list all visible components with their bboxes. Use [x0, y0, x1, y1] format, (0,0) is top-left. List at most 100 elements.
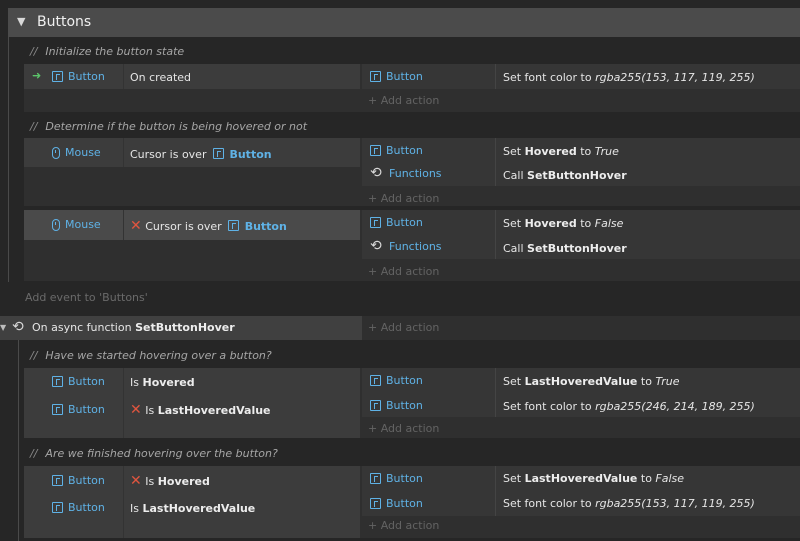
action-to: to: [640, 375, 652, 388]
group-header-buttons[interactable]: ▼ Buttons: [8, 8, 800, 37]
condition-row[interactable]: Mouse Cursor is over Button: [24, 138, 360, 167]
cell-divider: [123, 368, 124, 438]
comment-row[interactable]: // Initialize the button state: [30, 45, 184, 58]
comment-slash-icon: //: [30, 45, 38, 58]
action-row[interactable]: ⟲ Functions Call SetButtonHover: [362, 235, 800, 259]
object-functions[interactable]: ⟲ Functions: [370, 237, 442, 254]
add-action-button[interactable]: + Add action: [368, 519, 439, 532]
object-functions[interactable]: ⟲ Functions: [370, 166, 442, 181]
collapse-arrow-icon[interactable]: ▼: [17, 15, 25, 28]
condition-row[interactable]: Button ✕ Is LastHoveredValue: [24, 395, 360, 423]
comment-row[interactable]: // Determine if the button is being hover…: [30, 120, 307, 133]
condition-label: Is: [145, 475, 155, 488]
add-action-button[interactable]: + Add action: [368, 192, 439, 205]
action-value: rgba255(153, 117, 119, 255): [595, 71, 755, 84]
condition-target[interactable]: Button: [245, 220, 287, 233]
condition-row[interactable]: ➜ Button On created: [24, 64, 360, 89]
comment-slash-icon: //: [30, 447, 38, 460]
action-row[interactable]: Button Set Hovered to True: [362, 138, 800, 162]
action-row[interactable]: Button Set LastHoveredValue to True: [362, 368, 800, 392]
functions-loop-icon: ⟲: [12, 319, 24, 335]
object-button[interactable]: Button: [370, 497, 423, 510]
sprite-font-icon: [228, 220, 240, 231]
comment-row[interactable]: // Have we started hovering over a button…: [30, 349, 272, 362]
action-divider: [495, 210, 496, 259]
action-row[interactable]: Button Set Hovered to False: [362, 210, 800, 234]
add-action-button[interactable]: + Add action: [368, 94, 439, 107]
variable-name: LastHoveredValue: [524, 375, 638, 388]
object-button[interactable]: Button: [370, 399, 423, 412]
add-action-button[interactable]: + Add action: [368, 265, 439, 278]
variable-name: Hovered: [142, 376, 195, 389]
action-row[interactable]: Button Set font color to rgba255(153, 11…: [362, 491, 800, 515]
cell-divider: [123, 138, 124, 167]
condition-row[interactable]: Button ✕ Is Hovered: [24, 466, 360, 493]
action-list: Button Set LastHoveredValue to False But…: [362, 466, 800, 516]
add-action-label: Add action: [380, 321, 440, 334]
invert-x-icon: ✕: [130, 218, 142, 234]
action-text: Call SetButtonHover: [503, 242, 627, 255]
object-button[interactable]: Button: [52, 70, 105, 83]
condition-text: ✕ Cursor is over Button: [130, 218, 287, 234]
object-name: Button: [68, 70, 105, 83]
action-label: Set font color to: [503, 400, 592, 413]
object-button[interactable]: Button: [52, 501, 105, 514]
object-button[interactable]: Button: [370, 70, 423, 83]
object-name: Button: [386, 472, 423, 485]
action-text: Set font color to rgba255(246, 214, 189,…: [503, 400, 755, 413]
cell-divider: [123, 210, 124, 240]
action-to: to: [580, 217, 592, 230]
object-name: Functions: [389, 240, 442, 253]
function-prefix: On async function: [32, 321, 132, 334]
function-header[interactable]: ▼ ⟲ On async function SetButtonHover: [0, 316, 362, 340]
condition-text: ✕ Is Hovered: [130, 473, 210, 489]
condition-text: On created: [130, 71, 192, 84]
variable-name: LastHoveredValue: [524, 472, 638, 485]
object-button[interactable]: Button: [52, 375, 105, 388]
object-button[interactable]: Button: [52, 474, 105, 487]
object-button[interactable]: Button: [370, 216, 423, 229]
object-name: Button: [386, 70, 423, 83]
action-row[interactable]: Button Set font color to rgba255(246, 21…: [362, 393, 800, 417]
condition-label: Cursor is over: [145, 220, 222, 233]
action-text: Set LastHoveredValue to True: [503, 375, 680, 388]
action-row[interactable]: Button Set font color to rgba255(153, 11…: [362, 64, 800, 89]
object-mouse[interactable]: Mouse: [52, 146, 101, 159]
action-divider: [495, 368, 496, 417]
add-action-button[interactable]: + Add action: [368, 422, 439, 435]
action-verb: Set: [503, 375, 522, 388]
add-action-label: Add action: [380, 265, 440, 278]
action-value: rgba255(246, 214, 189, 255): [595, 400, 755, 413]
functions-loop-icon: ⟲: [370, 237, 382, 254]
action-text: Set font color to rgba255(153, 117, 119,…: [503, 71, 755, 84]
object-button[interactable]: Button: [370, 144, 423, 157]
sprite-font-icon: [370, 473, 381, 484]
object-name: Button: [386, 374, 423, 387]
comment-slash-icon: //: [30, 349, 38, 362]
function-name: SetButtonHover: [527, 242, 627, 255]
action-label: Set font color to: [503, 71, 592, 84]
object-button[interactable]: Button: [370, 374, 423, 387]
action-divider: [495, 466, 496, 516]
action-row[interactable]: Button Set LastHoveredValue to False: [362, 466, 800, 490]
sprite-font-icon: [370, 375, 381, 386]
action-row[interactable]: + Add action: [362, 316, 800, 340]
add-event-button[interactable]: Add event to 'Buttons': [25, 291, 148, 304]
action-list: Button Set LastHoveredValue to True Butt…: [362, 368, 800, 417]
collapse-arrow-icon[interactable]: ▼: [0, 323, 6, 332]
object-mouse[interactable]: Mouse: [52, 218, 101, 231]
condition-row[interactable]: Button Is LastHoveredValue: [24, 494, 360, 521]
object-button[interactable]: Button: [370, 472, 423, 485]
sprite-font-icon: [52, 404, 63, 415]
add-action-button[interactable]: + Add action: [368, 321, 439, 334]
object-name: Button: [386, 144, 423, 157]
condition-target[interactable]: Button: [229, 148, 271, 161]
action-row[interactable]: ⟲ Functions Call SetButtonHover: [362, 162, 800, 186]
action-text: Set Hovered to False: [503, 217, 623, 230]
variable-name: Hovered: [157, 475, 210, 488]
condition-row[interactable]: Mouse ✕ Cursor is over Button: [24, 210, 360, 240]
condition-row[interactable]: Button Is Hovered: [24, 368, 360, 394]
sprite-font-icon: [370, 400, 381, 411]
comment-row[interactable]: // Are we finished hovering over the butt…: [30, 447, 278, 460]
object-button[interactable]: Button: [52, 403, 105, 416]
